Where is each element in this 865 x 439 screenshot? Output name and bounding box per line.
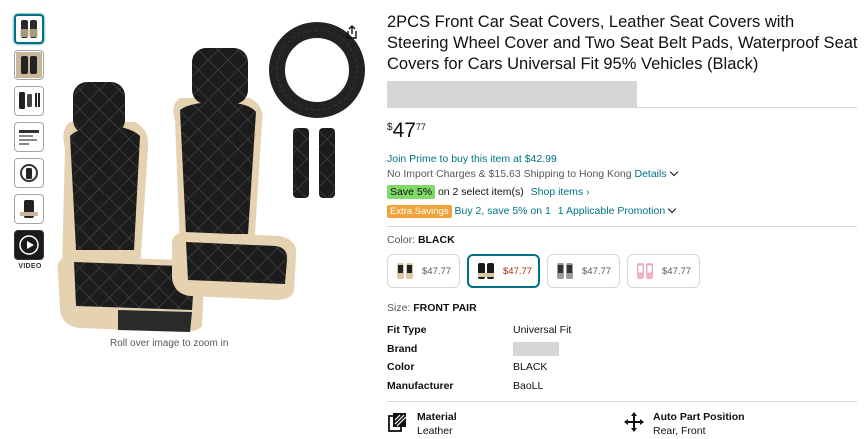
- play-icon: [27, 241, 34, 249]
- applicable-promotion-link[interactable]: 1 Applicable Promotion: [558, 205, 665, 217]
- divider: [387, 107, 857, 108]
- swatch-thumbnail: [637, 263, 653, 279]
- extra-savings-badge: Extra Savings: [387, 205, 452, 218]
- shipping-line: No Import Charges & $15.63 Shipping to H…: [387, 167, 859, 182]
- divider: [387, 401, 857, 402]
- spec-key: Manufacturer: [387, 379, 454, 392]
- spec-row: Brand: [387, 340, 859, 359]
- divider: [387, 226, 857, 227]
- chevron-down-icon[interactable]: [669, 167, 678, 177]
- spec-key: Fit Type: [387, 324, 427, 337]
- color-label: Color:: [387, 234, 416, 246]
- product-specs-table: Fit Type Universal Fit Brand Color BLACK…: [387, 321, 859, 395]
- product-info-panel: 2PCS Front Car Seat Covers, Leather Seat…: [387, 12, 859, 439]
- redacted-store-link: [387, 81, 637, 107]
- spec-key: Brand: [387, 342, 418, 355]
- seat-belt-pad: [319, 128, 335, 198]
- color-swatch-beige[interactable]: $47.77: [387, 254, 460, 288]
- size-label: Size:: [387, 302, 411, 314]
- feature-title: Material: [417, 411, 457, 423]
- zoom-hint: Roll over image to zoom in: [110, 338, 229, 349]
- auto-part-position-icon: [624, 412, 644, 432]
- spec-row: Color BLACK: [387, 358, 859, 377]
- shipping-text: No Import Charges & $15.63 Shipping to H…: [387, 168, 632, 180]
- swatch-price: $47.77: [503, 265, 533, 277]
- seat-belt-pad: [293, 128, 309, 198]
- spec-row: Fit Type Universal Fit: [387, 321, 859, 340]
- swatch-price: $47.77: [422, 265, 452, 277]
- color-swatches: $47.77 $47.77 $47.77 $47.77: [387, 254, 859, 288]
- shop-items-link[interactable]: Shop items ›: [531, 186, 590, 198]
- swatch-price: $47.77: [582, 265, 612, 277]
- swatch-price: $47.77: [662, 265, 692, 277]
- price-whole: 47: [392, 119, 416, 142]
- feature-material: Material Leather: [387, 411, 623, 437]
- main-product-image[interactable]: [40, 10, 385, 340]
- swatch-thumbnail: [397, 263, 413, 279]
- prime-offer-link[interactable]: Join Prime to buy this item at $42.99: [387, 152, 859, 167]
- save-line: Save 5% on 2 select item(s) Shop items ›: [387, 185, 859, 200]
- feature-value: Leather: [417, 425, 453, 437]
- feature-auto-part-position: Auto Part Position Rear, Front: [623, 411, 859, 437]
- save-badge: Save 5%: [387, 185, 436, 199]
- price-fraction: 77: [415, 122, 426, 132]
- swatch-thumbnail: [478, 263, 494, 279]
- extra-savings-line: Extra Savings Buy 2, save 5% on 1 1 Appl…: [387, 204, 859, 219]
- feature-title: Auto Part Position: [653, 411, 745, 423]
- save-text: on 2 select item(s): [437, 186, 524, 198]
- color-selector-label: Color: BLACK: [387, 233, 859, 248]
- color-swatch-pink[interactable]: $47.77: [627, 254, 700, 288]
- material-icon: [388, 413, 407, 432]
- product-title: 2PCS Front Car Seat Covers, Leather Seat…: [387, 13, 858, 73]
- color-value: BLACK: [417, 234, 455, 246]
- redacted-brand-value: [513, 341, 559, 356]
- extra-savings-text[interactable]: Buy 2, save 5% on 1: [455, 205, 551, 217]
- steering-wheel-cover: [269, 22, 365, 118]
- feature-value: Rear, Front: [653, 425, 706, 437]
- spec-value: BLACK: [513, 361, 548, 374]
- color-swatch-gray[interactable]: $47.77: [547, 254, 620, 288]
- spec-value: BaoLL: [513, 379, 544, 392]
- share-icon[interactable]: [344, 24, 360, 40]
- color-swatch-black[interactable]: $47.77: [467, 254, 540, 288]
- size-value: FRONT PAIR: [413, 302, 477, 314]
- spec-value: Universal Fit: [513, 324, 572, 337]
- spec-key: Color: [387, 361, 415, 374]
- size-label-line: Size: FRONT PAIR: [387, 301, 859, 316]
- spec-row: Manufacturer BaoLL: [387, 377, 859, 396]
- price: $ 47 77: [387, 120, 859, 141]
- chevron-down-icon[interactable]: [667, 204, 677, 214]
- swatch-thumbnail: [557, 263, 573, 279]
- feature-highlights: Material Leather Auto Part Position Rear…: [387, 411, 859, 437]
- details-link[interactable]: Details: [635, 168, 667, 180]
